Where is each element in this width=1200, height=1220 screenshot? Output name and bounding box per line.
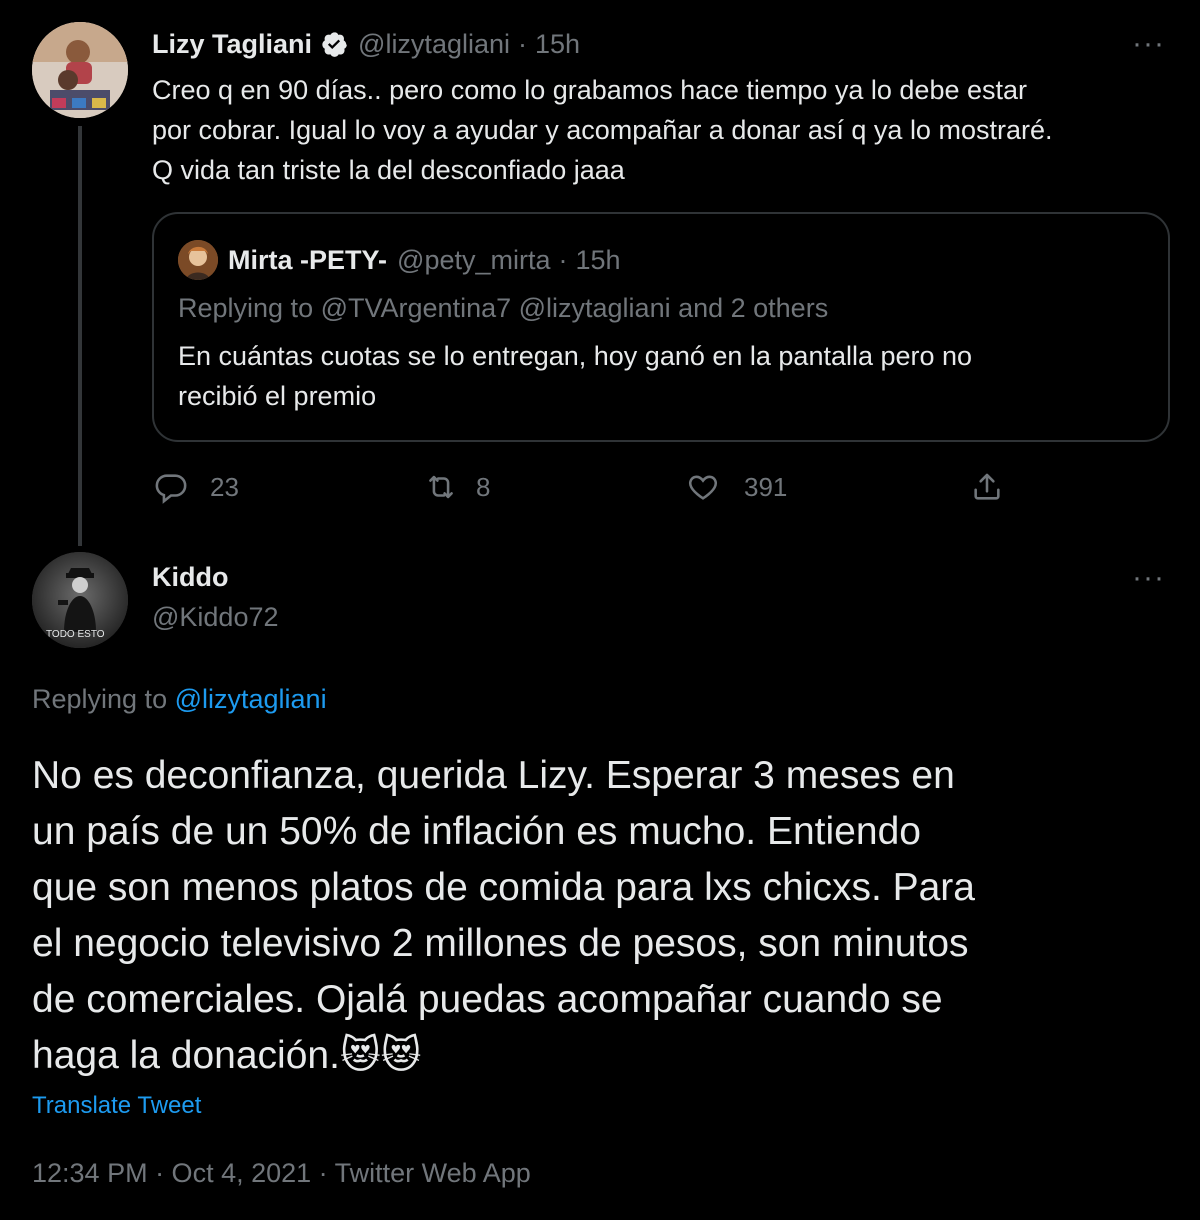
tweet-text-line: que son menos platos de comida para lxs … <box>32 866 975 909</box>
quoted-tweet-time: 15h <box>575 244 621 275</box>
tweet-text-line: un país de un 50% de inflación es mucho.… <box>32 810 921 853</box>
author-name[interactable]: Kiddo <box>152 562 228 593</box>
heart-icon <box>688 475 718 500</box>
tweet-text-line: de comerciales. Ojalá puedas acompañar c… <box>32 978 943 1021</box>
tweet-metadata[interactable]: 12:34 PM · Oct 4, 2021 · Twitter Web App <box>32 1158 531 1189</box>
like-count: 391 <box>744 471 788 502</box>
tweet-text: Creo q en 90 días.. pero como lo grabamo… <box>152 70 1052 190</box>
author-name[interactable]: Lizy Tagliani <box>152 29 312 60</box>
share-icon <box>974 473 1000 500</box>
quoted-author-name: Mirta -PETY- <box>228 244 388 275</box>
tweet-text-line: haga la donación. <box>32 1034 340 1077</box>
reply-button[interactable]: 23 <box>154 470 239 504</box>
replying-to-link[interactable]: @lizytagliani <box>175 684 327 714</box>
translate-tweet-link[interactable]: Translate Tweet <box>32 1092 201 1120</box>
retweet-button[interactable]: 8 <box>424 470 490 504</box>
tweet-text-line: Q vida tan triste la del desconfiado jaa… <box>152 155 625 185</box>
more-options-icon[interactable]: ··· <box>1132 563 1165 593</box>
quoted-text-line: recibió el premio <box>178 381 377 411</box>
quoted-author-handle: @pety_mirta <box>397 244 551 275</box>
quoted-tweet-text: En cuántas cuotas se lo entregan, hoy ga… <box>178 336 972 416</box>
replying-to-list: @TVArgentina7 @lizytagliani and 2 others <box>320 293 829 323</box>
avatar-lizy-image <box>32 22 128 118</box>
quoted-text-line: En cuántas cuotas se lo entregan, hoy ga… <box>178 341 973 371</box>
verified-badge-icon <box>320 30 348 58</box>
thread-line <box>78 126 82 546</box>
heart-eyes-cat-emoji: 😻😻 <box>339 1034 422 1077</box>
reply-count: 23 <box>210 471 239 502</box>
avatar-caption: TODO ESTO <box>46 629 105 640</box>
tweet-text-line: el negocio televisivo 2 millones de peso… <box>32 922 969 965</box>
retweet-icon <box>429 475 453 499</box>
like-button[interactable]: 391 <box>686 470 787 504</box>
tweet-text-line: Creo q en 90 días.. pero como lo grabamo… <box>152 75 1028 105</box>
share-button[interactable] <box>970 470 1004 504</box>
tweet-text-line: No es deconfianza, querida Lizy. Esperar… <box>32 754 955 797</box>
separator-dot: · <box>558 244 568 275</box>
author-handle[interactable]: @Kiddo72 <box>152 602 279 633</box>
avatar-kiddo[interactable]: TODO ESTO <box>32 552 128 648</box>
avatar-mirta <box>178 240 218 280</box>
quoted-tweet[interactable]: Mirta -PETY- @pety_mirta · 15h Replying … <box>152 212 1170 442</box>
replying-prefix: Replying to <box>32 684 168 714</box>
tweet-text-line: por cobrar. Igual lo voy a ayudar y acom… <box>152 115 1053 145</box>
separator-dot: · <box>518 28 527 59</box>
tweet-text: No es deconfianza, querida Lizy. Esperar… <box>32 748 975 1084</box>
reply-icon <box>155 474 187 504</box>
retweet-count: 8 <box>476 471 491 502</box>
replying-prefix: Replying to <box>178 293 314 323</box>
more-options-icon[interactable]: ··· <box>1132 29 1165 59</box>
author-handle[interactable]: @lizytagliani <box>358 29 510 60</box>
avatar-lizy[interactable] <box>32 22 128 118</box>
tweet-time[interactable]: 15h <box>535 29 580 60</box>
